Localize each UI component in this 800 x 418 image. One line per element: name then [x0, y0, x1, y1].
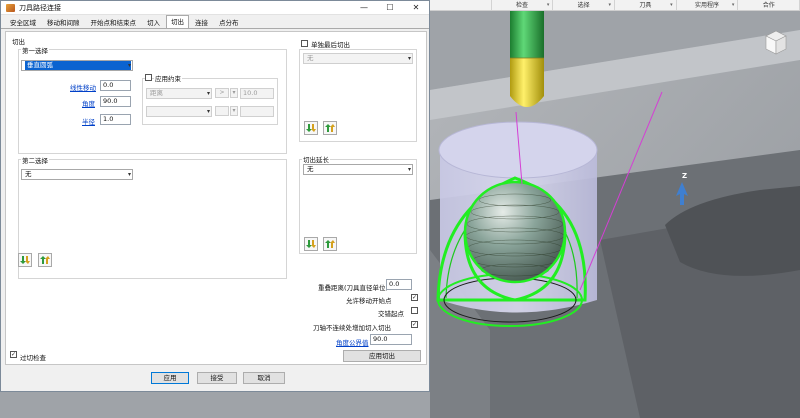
chevron-down-icon: ▾	[206, 90, 210, 97]
last-exit-copy-up-button[interactable]	[323, 121, 337, 135]
copy-to-lead-in-button[interactable]	[18, 253, 32, 267]
cancel-button[interactable]: 取消	[243, 372, 285, 384]
menu-label: 选择	[577, 2, 590, 9]
constraint-type-2-select[interactable]: ▾	[146, 106, 212, 117]
chevron-down-icon: ▾	[546, 2, 550, 8]
chevron-down-icon[interactable]: ▾	[230, 106, 238, 116]
angle-label[interactable]: 角度	[82, 98, 95, 108]
tab-lead-in[interactable]: 切入	[142, 17, 165, 28]
chevron-down-icon: ▾	[670, 2, 673, 8]
menu-utilities[interactable]: 实用程序 ▾	[677, 0, 739, 10]
chevron-down-icon: ▾	[407, 166, 411, 173]
tab-strip: 安全区域 移动和间隙 开始点和结束点 切入 切出 连接 点分布	[1, 15, 429, 29]
angle-input[interactable]: 90.0	[100, 96, 131, 107]
accept-button[interactable]: 接受	[197, 372, 237, 384]
menu-blank[interactable]	[430, 0, 492, 10]
copy-arrows-icon	[40, 256, 50, 264]
minimize-button[interactable]: —	[351, 1, 377, 15]
constraint-operator-2-select[interactable]	[215, 106, 229, 116]
chevron-down-icon: ▾	[127, 171, 131, 178]
menu-collaborate[interactable]: 合作	[738, 0, 800, 10]
tab-moves-gaps[interactable]: 移动和间隙	[42, 17, 85, 28]
allow-move-start-point-checkbox[interactable]: ✓	[411, 294, 418, 301]
menu-inspect[interactable]: 检查 ▾	[492, 0, 554, 10]
overlap-distance-label: 重叠距离(刀具直径单位)	[318, 284, 389, 292]
extension-copy-down-button[interactable]	[304, 237, 318, 251]
chevron-down-icon: ▾	[407, 55, 411, 62]
axis-label-z: Z	[682, 172, 688, 180]
menu-tool[interactable]: 刀具 ▾	[615, 0, 677, 10]
alternate-start-point-label: 交错起点	[378, 310, 404, 318]
copy-from-lead-in-button[interactable]	[38, 253, 52, 267]
second-choice-label: 第二选择	[21, 155, 49, 165]
last-exit-copy-down-button[interactable]	[304, 121, 318, 135]
constraint-group	[142, 78, 278, 125]
tab-point-distribution[interactable]: 点分布	[214, 17, 244, 28]
menu-select[interactable]: 选择 ▾	[553, 0, 616, 10]
app-icon	[6, 3, 15, 12]
copy-arrows-icon	[20, 256, 30, 264]
chevron-down-icon: ▾	[127, 62, 131, 69]
menu-label: 刀具	[639, 2, 652, 9]
add-entry-exit-label: 刀轴不连续处增加切入切出	[313, 324, 391, 332]
menu-label: 检查	[516, 2, 529, 9]
add-entry-exit-checkbox[interactable]: ✓	[411, 321, 418, 328]
exit-extension-value: 无	[307, 165, 314, 173]
chevron-down-icon[interactable]: ▾	[230, 88, 238, 98]
overcut-check-checkbox[interactable]: ✓	[10, 351, 17, 358]
tab-start-end-points[interactable]: 开始点和结束点	[86, 17, 142, 28]
linear-move-label[interactable]: 线性移动	[70, 82, 96, 92]
alternate-start-point-checkbox[interactable]	[411, 307, 418, 314]
radius-label[interactable]: 半径	[82, 116, 95, 126]
tab-links[interactable]: 连接	[190, 17, 213, 28]
copy-arrows-icon	[325, 240, 335, 248]
dialog-title: 刀具路径连接	[19, 3, 61, 12]
first-choice-select[interactable]: 垂直圆弧 ▾	[21, 60, 133, 71]
constraint-type-value: 距离	[150, 89, 163, 97]
first-choice-label: 第一选择	[21, 45, 49, 55]
radius-input[interactable]: 1.0	[100, 114, 131, 125]
constraint-operator-select[interactable]: >	[215, 88, 229, 98]
maximize-button[interactable]: ☐	[377, 1, 403, 15]
lead-out-panel: 切出 第一选择 垂直圆弧 ▾ 线性移动 0.0 角度 90.0 半径 1.0 应…	[5, 31, 427, 365]
copy-arrows-icon	[306, 240, 316, 248]
chevron-down-icon: ▾	[731, 2, 735, 8]
apply-constraint-checkbox[interactable]	[145, 74, 152, 81]
second-choice-value: 无	[25, 170, 32, 178]
constraint-value-2-input[interactable]	[240, 106, 274, 117]
second-choice-select[interactable]: 无 ▾	[21, 169, 133, 180]
menu-label: 实用程序	[695, 2, 720, 9]
toolpath-connections-dialog: 刀具路径连接 — ☐ ✕ 安全区域 移动和间隙 开始点和结束点 切入 切出 连接…	[0, 0, 430, 392]
extension-copy-up-button[interactable]	[323, 237, 337, 251]
tab-safe-area[interactable]: 安全区域	[5, 17, 41, 28]
constraint-type-select[interactable]: 距离 ▾	[146, 88, 212, 99]
chevron-down-icon: ▾	[608, 2, 612, 8]
tab-lead-out[interactable]: 切出	[166, 15, 189, 28]
exit-extension-select[interactable]: 无 ▾	[303, 164, 413, 175]
overlap-distance-input[interactable]: 0.0	[386, 279, 412, 290]
exit-extension-label: 切出延长	[302, 154, 330, 164]
separate-last-exit-label: 单独最后切出	[311, 41, 350, 49]
menu-label: 合作	[762, 2, 775, 9]
first-choice-value: 垂直圆弧	[25, 61, 131, 70]
view-cube-icon[interactable]	[765, 30, 787, 55]
allow-move-start-point-label: 允许移动开始点	[346, 297, 392, 305]
apply-constraint-label: 应用约束	[154, 73, 182, 83]
chevron-down-icon: ▾	[206, 108, 210, 115]
constraint-value-input[interactable]: 10.0	[240, 88, 274, 99]
overcut-check-label: 过切检查	[20, 354, 46, 362]
linear-move-input[interactable]: 0.0	[100, 80, 131, 91]
title-bar[interactable]: 刀具路径连接 — ☐ ✕	[1, 1, 429, 15]
angle-tolerance-label[interactable]: 角度公界值	[336, 337, 369, 347]
viewport-menubar: 检查 ▾ 选择 ▾ 刀具 ▾ 实用程序 ▾ 合作	[430, 0, 800, 11]
separate-last-exit-checkbox[interactable]	[301, 40, 308, 47]
close-button[interactable]: ✕	[403, 1, 429, 15]
angle-tolerance-input[interactable]: 90.0	[370, 334, 412, 345]
separate-last-exit-select[interactable]: 无 ▾	[303, 53, 413, 64]
apply-exit-button[interactable]: 应用切出	[343, 350, 421, 362]
copy-arrows-icon	[325, 124, 335, 132]
apply-button[interactable]: 应用	[151, 372, 189, 384]
separate-last-exit-value: 无	[307, 54, 314, 62]
copy-arrows-icon	[306, 124, 316, 132]
